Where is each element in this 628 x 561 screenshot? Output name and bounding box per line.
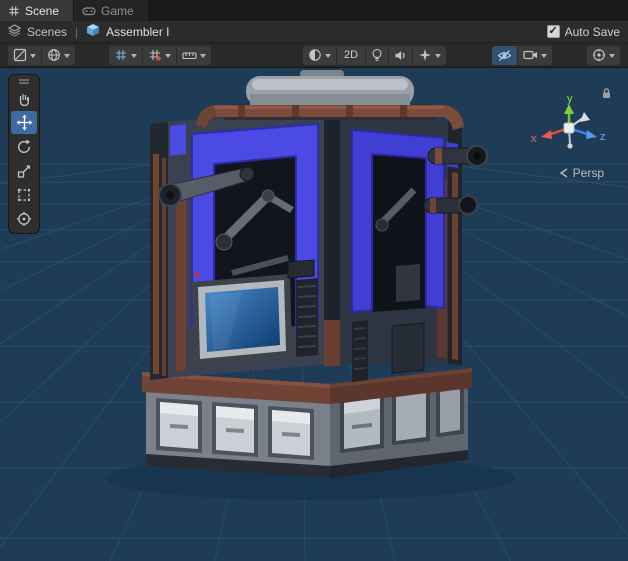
sparkle-icon (418, 48, 432, 62)
machine-base (142, 368, 472, 478)
tools-overlay (8, 74, 40, 234)
camera-dropdown[interactable] (518, 46, 552, 65)
scene-toolbar: 2D (0, 43, 628, 68)
axis-z-label: z (600, 131, 606, 143)
grid-icon (114, 48, 128, 62)
tab-scene[interactable]: Scene (0, 0, 74, 21)
breadcrumb-separator: | (73, 25, 80, 39)
move-icon (16, 114, 33, 131)
snap-grid-dropdown[interactable] (143, 46, 177, 65)
skybox-dropdown[interactable] (42, 46, 75, 65)
move-tool[interactable] (11, 111, 37, 134)
draw-mode-dropdown[interactable] (8, 46, 42, 65)
snap-increment-dropdown[interactable] (177, 46, 211, 65)
shaded-sphere-icon (308, 48, 322, 62)
tab-scene-label: Scene (25, 4, 59, 18)
snap-grid-icon (148, 48, 162, 62)
scale-icon (16, 163, 32, 179)
dropdown-caret (435, 54, 441, 58)
gizmos-icon (592, 48, 606, 62)
auto-save-label: Auto Save (565, 25, 620, 39)
eye-slash-icon (497, 49, 512, 62)
audio-toggle[interactable] (389, 46, 413, 65)
scene-tab-icon (8, 5, 20, 17)
orientation-gizmo[interactable]: y x z Persp (522, 86, 614, 178)
overlay-drag-handle[interactable] (16, 77, 32, 86)
persp-chevron-icon (559, 168, 569, 178)
tab-strip: Scene Game (0, 0, 628, 21)
scene-visibility-toggle[interactable] (492, 46, 518, 65)
2d-toggle[interactable]: 2D (337, 46, 366, 65)
hand-icon (16, 91, 32, 107)
axis-gizmo[interactable]: y x z (528, 94, 610, 160)
2d-toggle-label: 2D (342, 49, 360, 61)
draw-mode-icon (13, 48, 27, 62)
speaker-icon (394, 49, 407, 62)
rotate-icon (16, 139, 32, 155)
unity-scene-view: Scene Game Scenes | (0, 0, 628, 561)
projection-toggle[interactable]: Persp (559, 166, 604, 180)
breadcrumb-root[interactable]: Scenes (27, 25, 67, 39)
scenes-stack-icon (8, 24, 21, 40)
rect-icon (16, 187, 32, 203)
grid-visibility-dropdown[interactable] (109, 46, 143, 65)
assembler-model[interactable] (105, 70, 515, 500)
ruler-icon (182, 49, 197, 62)
gizmos-dropdown[interactable] (587, 46, 620, 65)
render-mode-dropdown[interactable] (303, 46, 337, 65)
game-tab-icon (82, 6, 96, 16)
dropdown-caret (200, 54, 206, 58)
projection-label: Persp (573, 166, 604, 180)
dropdown-caret (30, 54, 36, 58)
transform-icon (16, 211, 32, 227)
auto-save-checkbox[interactable]: ✓ (547, 25, 560, 38)
view-tool[interactable] (11, 87, 37, 110)
dropdown-caret (325, 54, 331, 58)
camera-icon (523, 49, 538, 61)
tab-game[interactable]: Game (74, 0, 149, 21)
transform-tool[interactable] (11, 207, 37, 230)
lightbulb-icon (371, 48, 383, 62)
tab-game-label: Game (101, 4, 134, 18)
dropdown-caret (609, 54, 615, 58)
dropdown-caret (541, 54, 547, 58)
rect-tool[interactable] (11, 183, 37, 206)
scale-tool[interactable] (11, 159, 37, 182)
dropdown-caret (64, 54, 70, 58)
auto-save-control: ✓ Auto Save (547, 25, 620, 39)
dropdown-caret (131, 54, 137, 58)
axis-x-label: x (531, 133, 537, 145)
skybox-globe-icon (47, 48, 61, 62)
prefab-cube-icon (86, 23, 100, 40)
dropdown-caret (165, 54, 171, 58)
lighting-toggle[interactable] (366, 46, 389, 65)
rotate-tool[interactable] (11, 135, 37, 158)
breadcrumb-current: Assembler I (106, 25, 169, 39)
effects-dropdown[interactable] (413, 46, 446, 65)
axis-y-label: y (567, 94, 573, 105)
scene-viewport[interactable]: y x z Persp (0, 68, 628, 561)
breadcrumb: Scenes | Assembler I ✓ Auto Save (0, 21, 628, 43)
